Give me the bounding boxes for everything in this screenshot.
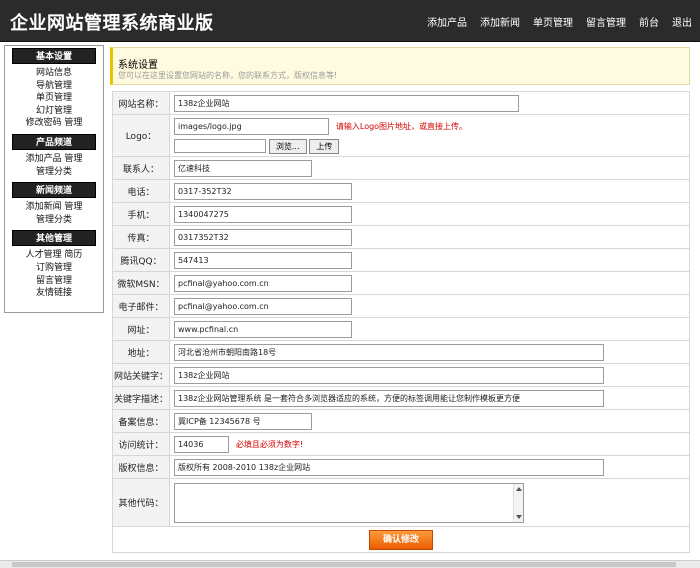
sidebar-item-slide-manage: 幻灯管理 bbox=[35, 105, 72, 116]
sidebar-item-product-category: 管理分类 bbox=[35, 166, 72, 177]
sidebar-item-add-product: 添加产品 管理 bbox=[25, 153, 83, 164]
msn-label: 微软MSN： bbox=[112, 271, 170, 295]
icp-input[interactable] bbox=[174, 412, 312, 430]
submit-button[interactable]: 确认修改 bbox=[369, 529, 433, 550]
nav-frontend[interactable]: 前台 bbox=[639, 14, 659, 29]
qq-label: 腾讯QQ： bbox=[112, 248, 170, 272]
logo-file-input[interactable] bbox=[174, 139, 266, 153]
scrollbar-thumb[interactable] bbox=[12, 562, 676, 567]
page-description: 您可以在这里设置您网站的名称，您的联系方式，版权信息等! bbox=[118, 71, 338, 80]
address-input[interactable] bbox=[174, 343, 604, 361]
copyright-label: 版权信息： bbox=[112, 455, 170, 479]
stats-label: 访问统计： bbox=[112, 432, 170, 456]
sidebar-section-basic: 基本设置 bbox=[12, 48, 96, 64]
scroll-down-icon[interactable] bbox=[516, 514, 522, 519]
icp-label: 备案信息： bbox=[112, 409, 170, 433]
sidebar-item-add-news: 添加新闻 管理 bbox=[25, 202, 83, 213]
email-input[interactable] bbox=[174, 297, 352, 315]
fax-label: 传真： bbox=[112, 225, 170, 249]
stats-hint: 必填且必须为数字! bbox=[235, 439, 304, 449]
mobile-label: 手机： bbox=[112, 202, 170, 226]
sidebar: 基本设置 网站信息 导航管理 单页管理 幻灯管理 修改密码 管理 产品频道 添加… bbox=[4, 45, 104, 313]
sidebar-section-other: 其他管理 bbox=[12, 230, 96, 247]
sidebar-section-product: 产品频道 bbox=[12, 133, 96, 150]
horizontal-scrollbar[interactable] bbox=[0, 560, 700, 568]
contact-label: 联系人： bbox=[112, 156, 170, 180]
contact-input[interactable] bbox=[174, 159, 312, 177]
copyright-input[interactable] bbox=[174, 458, 604, 476]
settings-form: 网站名称： Logo： 请输入Logo图片地址，或直接上传。 浏览... 上传 … bbox=[112, 91, 690, 553]
fax-input[interactable] bbox=[174, 228, 352, 246]
sidebar-item-orders: 订购管理 bbox=[35, 262, 72, 273]
description-input[interactable] bbox=[174, 389, 604, 407]
browse-button[interactable]: 浏览... bbox=[268, 138, 307, 154]
sidebar-item-links: 友情链接 bbox=[35, 288, 72, 299]
site-name-input[interactable] bbox=[174, 94, 519, 112]
msn-input[interactable] bbox=[174, 274, 352, 292]
other-code-label: 其他代码： bbox=[112, 478, 170, 527]
app-title: 企业网站管理系统商业版 bbox=[10, 13, 214, 34]
other-code-textarea[interactable] bbox=[174, 482, 524, 523]
qq-input[interactable] bbox=[174, 251, 352, 269]
logo-label: Logo： bbox=[112, 114, 170, 157]
top-nav: 添加产品 添加新闻 单页管理 留言管理 前台 退出 bbox=[414, 0, 692, 42]
scroll-up-icon[interactable] bbox=[516, 486, 522, 491]
sidebar-item-password: 修改密码 管理 bbox=[25, 118, 83, 129]
sidebar-item-page-manage: 单页管理 bbox=[35, 93, 72, 104]
sidebar-item-news-category: 管理分类 bbox=[35, 214, 72, 225]
sidebar-item-site-info: 网站信息 bbox=[35, 68, 72, 78]
phone-input[interactable] bbox=[174, 182, 352, 200]
keywords-input[interactable] bbox=[174, 366, 604, 384]
nav-add-news[interactable]: 添加新闻 bbox=[480, 14, 520, 29]
sidebar-section-news: 新闻频道 bbox=[12, 182, 96, 199]
phone-label: 电话： bbox=[112, 179, 170, 203]
settings-notice: 系统设置 您可以在这里设置您网站的名称，您的联系方式，版权信息等! bbox=[110, 47, 690, 85]
mobile-input[interactable] bbox=[174, 205, 352, 223]
email-label: 电子邮件： bbox=[112, 294, 170, 318]
upload-button[interactable]: 上传 bbox=[309, 138, 340, 154]
textarea-scrollbar[interactable] bbox=[513, 483, 523, 522]
address-label: 地址： bbox=[112, 340, 170, 364]
top-header: 企业网站管理系统商业版 添加产品 添加新闻 单页管理 留言管理 前台 退出 bbox=[0, 0, 700, 42]
nav-message-manage[interactable]: 留言管理 bbox=[586, 14, 626, 29]
nav-page-manage[interactable]: 单页管理 bbox=[533, 14, 573, 29]
description-label: 关键字描述： bbox=[112, 386, 170, 410]
sidebar-item-talent: 人才管理 简历 bbox=[25, 250, 83, 261]
page-title: 系统设置 bbox=[118, 60, 158, 71]
main-panel: 系统设置 您可以在这里设置您网站的名称，您的联系方式，版权信息等! 网站名称： … bbox=[110, 47, 692, 568]
sidebar-item-nav-manage: 导航管理 bbox=[35, 80, 72, 91]
stats-input[interactable] bbox=[174, 435, 229, 453]
logo-path-input[interactable] bbox=[174, 117, 329, 135]
url-label: 网址： bbox=[112, 317, 170, 341]
nav-add-product[interactable]: 添加产品 bbox=[427, 14, 467, 29]
sidebar-item-messages: 留言管理 bbox=[35, 275, 72, 286]
site-name-label: 网站名称： bbox=[112, 91, 170, 115]
nav-logout[interactable]: 退出 bbox=[672, 14, 692, 29]
logo-hint: 请输入Logo图片地址，或直接上传。 bbox=[335, 121, 468, 131]
keywords-label: 网站关键字： bbox=[112, 363, 170, 387]
url-input[interactable] bbox=[174, 320, 352, 338]
